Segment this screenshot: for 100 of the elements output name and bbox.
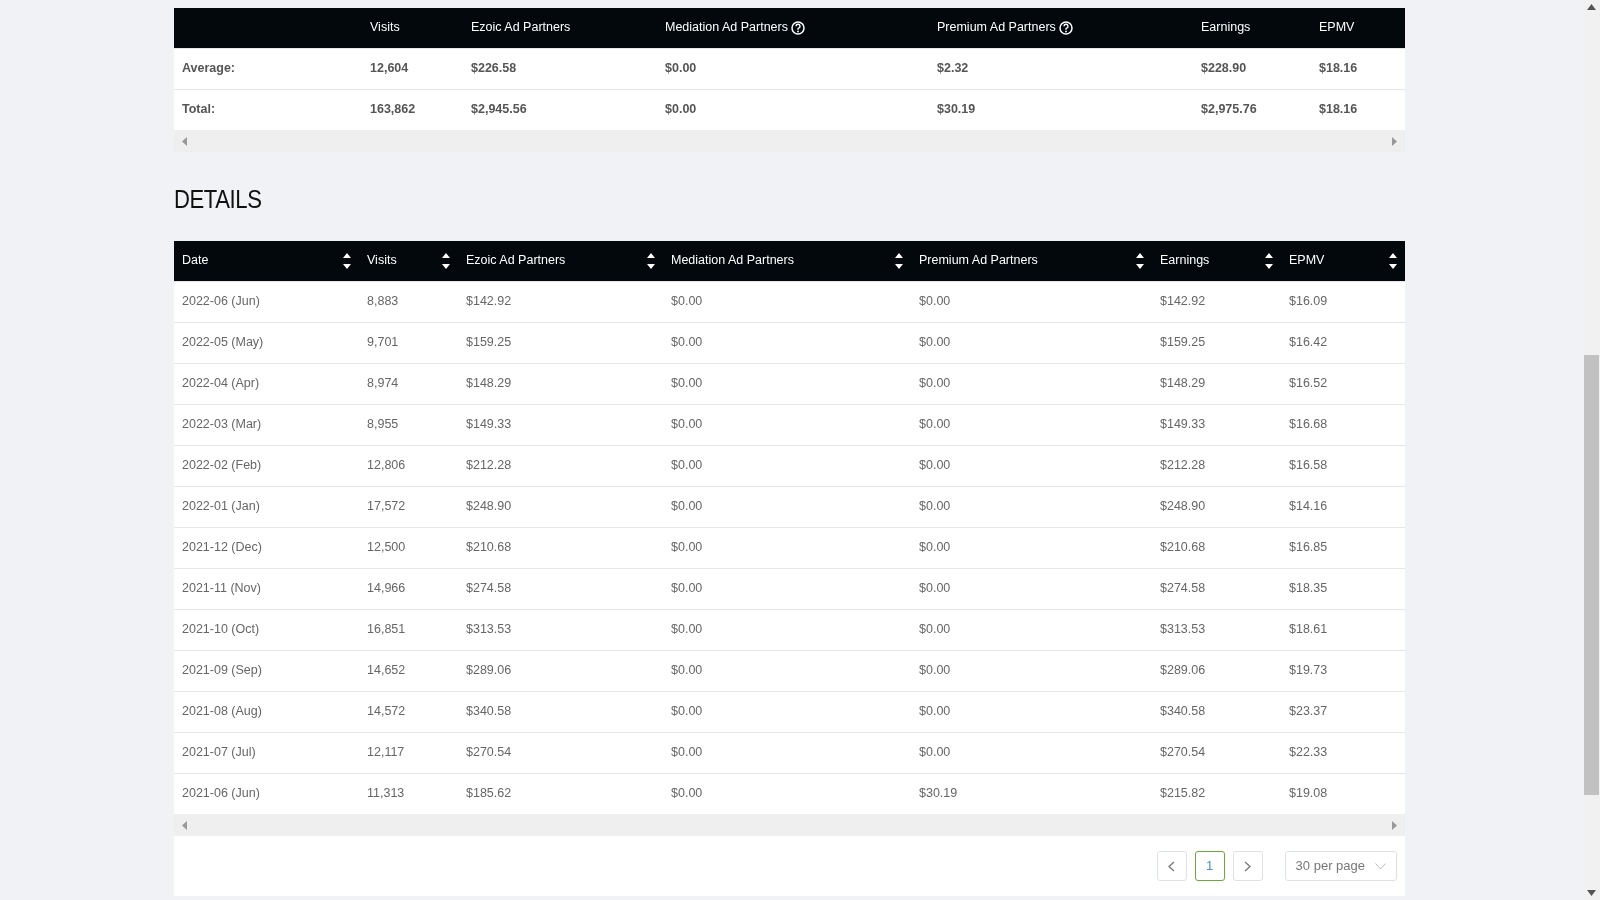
table-cell: $313.53: [1152, 609, 1281, 650]
table-cell: $149.33: [1152, 404, 1281, 445]
table-cell: $289.06: [458, 650, 663, 691]
table-cell: $14.16: [1281, 486, 1405, 527]
table-cell: $0.00: [663, 363, 911, 404]
table-cell: $340.58: [1152, 691, 1281, 732]
help-icon[interactable]: [1058, 20, 1073, 35]
table-cell: $0.00: [663, 568, 911, 609]
scrollbar-thumb[interactable]: [1584, 355, 1599, 795]
table-cell: 14,572: [359, 691, 458, 732]
table-cell: 14,652: [359, 650, 458, 691]
table-cell: 2022-01 (Jan): [174, 486, 359, 527]
column-header[interactable]: EPMV: [1289, 251, 1325, 271]
table-cell: $0.00: [911, 445, 1152, 486]
column-header[interactable]: Date: [182, 251, 209, 271]
table-cell: $0.00: [911, 404, 1152, 445]
table-cell: $149.33: [458, 404, 663, 445]
table-cell: $0.00: [663, 486, 911, 527]
scroll-up-icon[interactable]: [1587, 4, 1596, 10]
table-cell: $212.28: [1152, 445, 1281, 486]
table-cell: $19.73: [1281, 650, 1405, 691]
per-page-select[interactable]: 30 per page: [1284, 851, 1397, 881]
table-cell: 2021-11 (Nov): [174, 568, 359, 609]
table-cell: $18.61: [1281, 609, 1405, 650]
table-cell: $0.00: [911, 486, 1152, 527]
table-cell: $289.06: [1152, 650, 1281, 691]
table-cell: 9,701: [359, 322, 458, 363]
table-cell: $0.00: [911, 568, 1152, 609]
table-cell: $16.09: [1281, 281, 1405, 322]
sort-icon[interactable]: [343, 251, 351, 270]
table-cell: $0.00: [911, 691, 1152, 732]
sort-icon[interactable]: [895, 251, 903, 270]
table-cell: $18.16: [1311, 48, 1405, 89]
table-cell: $0.00: [911, 363, 1152, 404]
table-cell: $248.90: [1152, 486, 1281, 527]
table-cell: $210.68: [1152, 527, 1281, 568]
column-header: Mediation Ad Partners: [665, 19, 788, 37]
table-cell: $142.92: [458, 281, 663, 322]
table-cell: $228.90: [1193, 48, 1311, 89]
table-cell: $226.58: [463, 48, 657, 89]
table-cell: $16.68: [1281, 404, 1405, 445]
sort-icon[interactable]: [647, 251, 655, 270]
table-cell: $16.42: [1281, 322, 1405, 363]
table-cell: $148.29: [458, 363, 663, 404]
scroll-down-icon[interactable]: [1587, 890, 1596, 896]
vertical-scrollbar[interactable]: [1583, 0, 1600, 900]
table-cell: 2022-02 (Feb): [174, 445, 359, 486]
table-cell: $0.00: [911, 322, 1152, 363]
table-cell: $313.53: [458, 609, 663, 650]
table-cell: 2021-10 (Oct): [174, 609, 359, 650]
table-cell: $212.28: [458, 445, 663, 486]
column-header: Earnings: [1201, 19, 1251, 37]
table-cell: 16,851: [359, 609, 458, 650]
table-cell: $0.00: [663, 445, 911, 486]
table-cell: $16.85: [1281, 527, 1405, 568]
table-cell: $159.25: [458, 322, 663, 363]
table-cell: 8,974: [359, 363, 458, 404]
table-cell: $274.58: [458, 568, 663, 609]
sort-icon[interactable]: [1389, 251, 1397, 270]
chevron-right-icon: [1244, 860, 1252, 872]
table-cell: $270.54: [458, 732, 663, 773]
table-cell: $148.29: [1152, 363, 1281, 404]
table-cell: $16.58: [1281, 445, 1405, 486]
column-header[interactable]: Earnings: [1160, 251, 1210, 271]
table-cell: $0.00: [911, 732, 1152, 773]
table-cell: 2022-03 (Mar): [174, 404, 359, 445]
table-cell: $18.35: [1281, 568, 1405, 609]
column-header: Visits: [370, 19, 400, 37]
table-cell: $0.00: [911, 281, 1152, 322]
table-cell: $23.37: [1281, 691, 1405, 732]
table-cell: $0.00: [663, 732, 911, 773]
sort-icon[interactable]: [442, 251, 450, 270]
table-cell: $0.00: [663, 322, 911, 363]
column-header: EPMV: [1319, 19, 1355, 37]
table-cell: $210.68: [458, 527, 663, 568]
table-cell: $0.00: [663, 527, 911, 568]
table-cell: 12,117: [359, 732, 458, 773]
table-cell: $0.00: [663, 691, 911, 732]
table-cell: 2021-09 (Sep): [174, 650, 359, 691]
table-cell: 17,572: [359, 486, 458, 527]
table-cell: $0.00: [911, 609, 1152, 650]
table-cell: 2021-12 (Dec): [174, 527, 359, 568]
caret-icon: [1375, 862, 1386, 870]
table-cell: 2022-04 (Apr): [174, 363, 359, 404]
column-header: Ezoic Ad Partners: [471, 19, 571, 37]
table-cell: $0.00: [663, 650, 911, 691]
table-cell: $0.00: [911, 527, 1152, 568]
table-cell: $0.00: [663, 609, 911, 650]
table-cell: $22.33: [1281, 732, 1405, 773]
table-cell: $0.00: [911, 650, 1152, 691]
table-cell: $142.92: [1152, 281, 1281, 322]
table-cell: $0.00: [663, 404, 911, 445]
sort-icon[interactable]: [1265, 251, 1273, 270]
table-cell: Average:: [174, 48, 362, 89]
column-header: Premium Ad Partners: [937, 19, 1056, 37]
table-cell: 2021-08 (Aug): [174, 691, 359, 732]
sort-icon[interactable]: [1136, 251, 1144, 270]
help-icon[interactable]: [791, 20, 805, 35]
column-header[interactable]: Visits: [367, 251, 397, 271]
table-cell: $0.00: [657, 48, 929, 89]
